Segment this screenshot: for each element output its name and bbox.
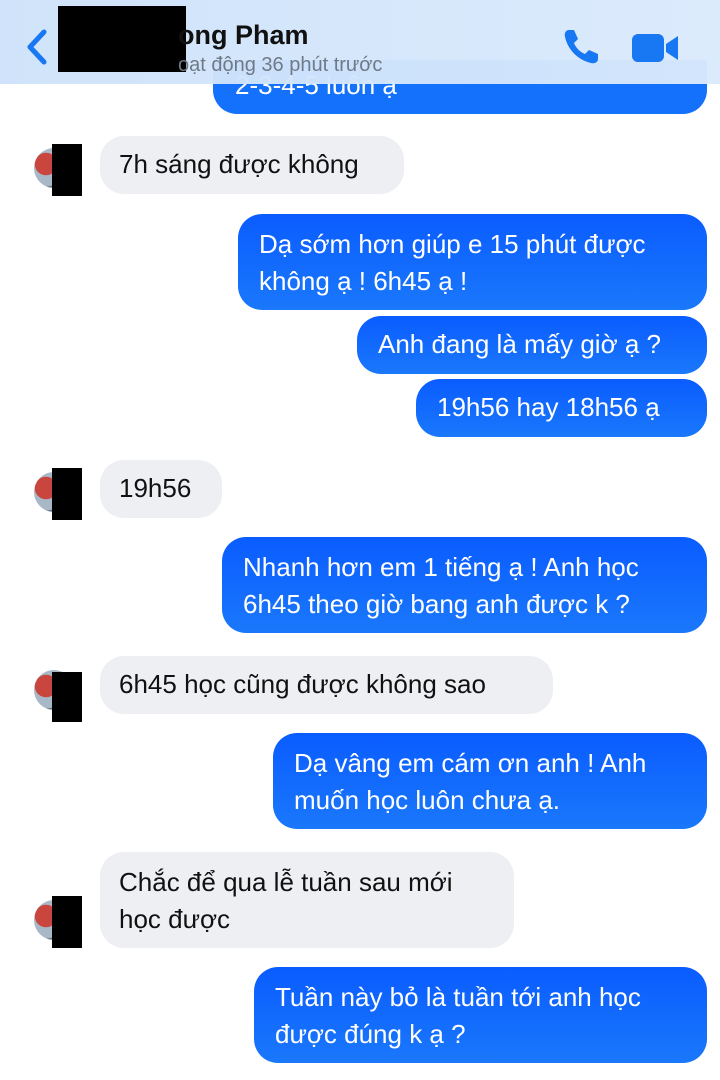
message-bubble-outgoing[interactable]: Nhanh hơn em 1 tiếng ạ ! Anh học 6h45 th… — [222, 537, 707, 633]
message-text: học được — [119, 904, 231, 934]
message-bubble-incoming[interactable]: Chắc để qua lễ tuần sau mới học được — [100, 852, 514, 948]
message-bubble-incoming[interactable]: 7h sáng được không — [100, 136, 404, 194]
message-bubble-outgoing[interactable]: 19h56 hay 18h56 ạ — [416, 379, 707, 437]
message-text: Dạ vâng em cám ơn anh ! Anh — [294, 748, 647, 778]
message-bubble-outgoing[interactable]: Tuần này bỏ là tuần tới anh học được đún… — [254, 967, 707, 1063]
video-call-button[interactable] — [630, 30, 680, 66]
message-bubble-outgoing[interactable]: Dạ sớm hơn giúp e 15 phút được không ạ !… — [238, 214, 707, 310]
chat-header: ong Pham oạt động 36 phút trước — [0, 0, 720, 84]
message-bubble-incoming[interactable]: 19h56 — [100, 460, 222, 518]
avatar[interactable] — [34, 468, 82, 520]
avatar[interactable] — [34, 670, 82, 722]
back-button[interactable] — [18, 24, 58, 70]
avatar[interactable] — [34, 144, 82, 196]
message-text: Dạ sớm hơn giúp e 15 phút được — [259, 229, 646, 259]
phone-icon — [564, 30, 598, 64]
redaction-block — [58, 6, 186, 72]
message-text: được đúng k ạ ? — [275, 1019, 466, 1049]
message-text: Chắc để qua lễ tuần sau mới — [119, 867, 453, 897]
active-status: oạt động 36 phút trước — [178, 54, 383, 76]
message-text: 6h45 theo giờ bang anh được k ? — [243, 589, 630, 619]
message-text: muốn học luôn chưa ạ. — [294, 785, 561, 815]
contact-name[interactable]: ong Pham — [178, 20, 309, 51]
chevron-left-icon — [27, 29, 47, 65]
message-text: 6h45 học cũng được không sao — [119, 669, 486, 699]
message-text: Anh đang là mấy giờ ạ ? — [378, 329, 662, 359]
message-bubble-outgoing[interactable]: Anh đang là mấy giờ ạ ? — [357, 316, 707, 374]
avatar[interactable] — [34, 896, 82, 948]
message-text: Tuần này bỏ là tuần tới anh học — [275, 982, 641, 1012]
message-text: 19h56 hay 18h56 ạ — [437, 392, 660, 422]
message-text: Nhanh hơn em 1 tiếng ạ ! Anh học — [243, 552, 639, 582]
video-camera-icon — [632, 34, 678, 62]
message-text: không ạ ! 6h45 ạ ! — [259, 266, 468, 296]
message-bubble-outgoing[interactable]: Dạ vâng em cám ơn anh ! Anh muốn học luô… — [273, 733, 707, 829]
message-bubble-incoming[interactable]: 6h45 học cũng được không sao — [100, 656, 553, 714]
call-button[interactable] — [560, 26, 602, 68]
message-text: 7h sáng được không — [119, 149, 359, 179]
message-text: 19h56 — [119, 473, 192, 503]
